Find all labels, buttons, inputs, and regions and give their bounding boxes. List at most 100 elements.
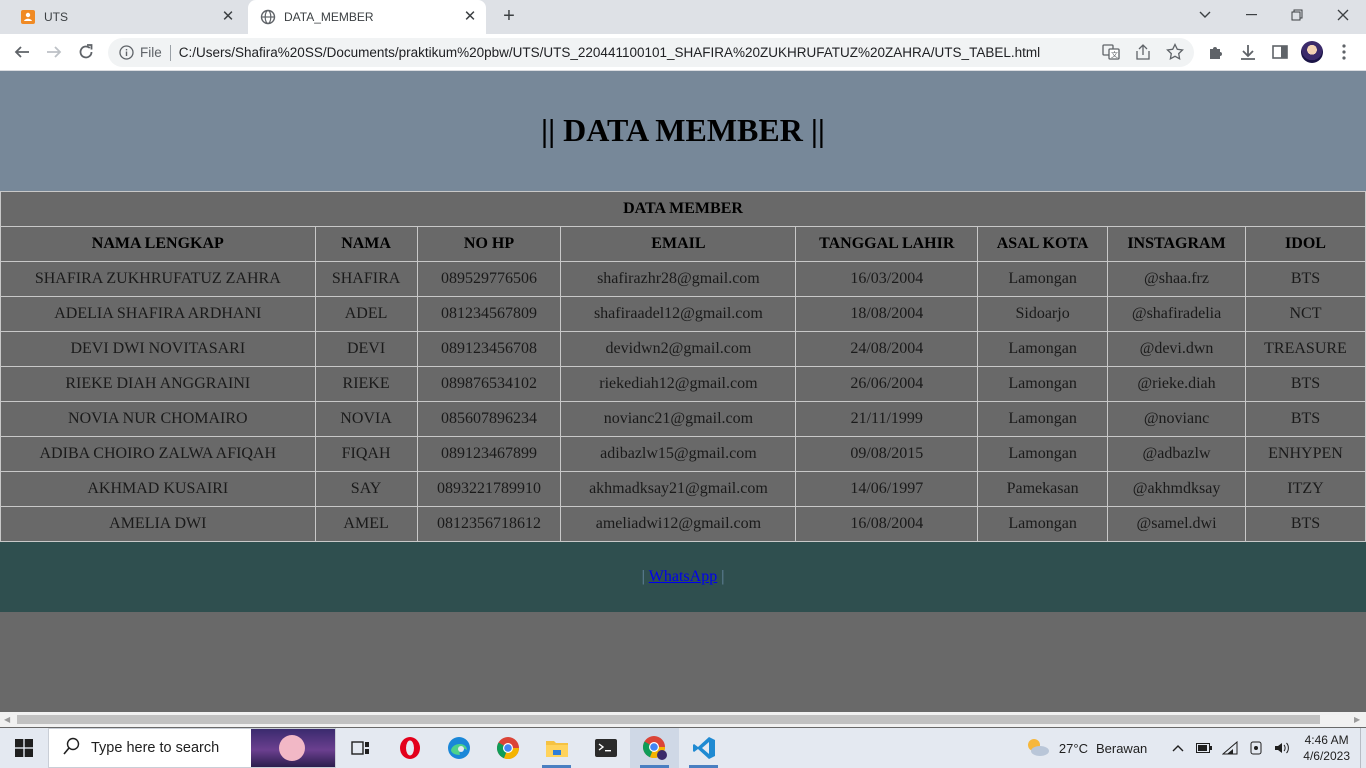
footer-separator: |	[641, 568, 645, 585]
scroll-left-arrow-icon[interactable]: ◀	[4, 715, 12, 724]
horizontal-scrollbar[interactable]: ◀ ▶	[0, 712, 1366, 727]
scroll-right-arrow-icon[interactable]: ▶	[1354, 715, 1362, 724]
table-cell: @shafiradelia	[1107, 296, 1246, 332]
table-cell: SHAFIRA	[314, 261, 418, 297]
table-cell: 24/08/2004	[795, 331, 979, 367]
download-icon[interactable]	[1236, 40, 1260, 64]
table-row: AMELIA DWI AMEL 0812356718612 ameliadwi12@g…	[0, 506, 1366, 542]
device-icon[interactable]	[1245, 737, 1267, 759]
table-cell: NOVIA	[314, 401, 418, 437]
close-tab-icon[interactable]: ✕	[462, 9, 478, 25]
table-cell: @samel.dwi	[1107, 506, 1246, 542]
new-tab-button[interactable]: +	[498, 6, 520, 28]
column-header: IDOL	[1244, 226, 1366, 262]
taskbar: Type here to search 27°C Berawan 4:46 AM…	[0, 728, 1366, 768]
table-cell: novianc21@gmail.com	[560, 401, 797, 437]
table-cell: 14/06/1997	[795, 471, 979, 507]
address-bar[interactable]: File C:/Users/Shafira%20SS/Documents/pra…	[108, 38, 1194, 67]
divider	[169, 44, 171, 61]
weather-widget[interactable]: 27°C Berawan	[1025, 736, 1147, 761]
search-highlight-image	[251, 729, 335, 767]
minimize-button[interactable]	[1228, 0, 1274, 30]
close-window-button[interactable]	[1320, 0, 1366, 30]
reload-icon[interactable]	[74, 40, 98, 64]
chevron-up-icon[interactable]	[1167, 737, 1189, 759]
weather-description: Berawan	[1095, 740, 1148, 756]
vscode-icon[interactable]	[679, 728, 728, 768]
table-cell: Lamongan	[977, 506, 1109, 542]
table-cell: 089876534102	[416, 366, 562, 402]
task-view-icon[interactable]	[336, 728, 385, 768]
windows-start-icon[interactable]	[0, 728, 48, 768]
globe-icon	[260, 9, 276, 25]
table-header-row: NAMA LENGKAP NAMA NO HP EMAIL TANGGAL LAHIR A…	[0, 226, 1366, 262]
table-row: SHAFIRA ZUKHRUFATUZ ZAHRA SHAFIRA 08952977…	[0, 261, 1366, 297]
tab-strip: UTS ✕ DATA_MEMBER ✕ +	[0, 0, 1366, 34]
table-cell: AMEL	[314, 506, 418, 542]
info-icon[interactable]	[118, 45, 134, 61]
column-header: INSTAGRAM	[1107, 226, 1246, 262]
moon-shape	[279, 735, 305, 761]
table-cell: Pamekasan	[977, 471, 1109, 507]
table-cell: 0893221789910	[416, 471, 562, 507]
restore-button[interactable]	[1274, 0, 1320, 30]
table-cell: 09/08/2015	[795, 436, 979, 472]
taskbar-search[interactable]: Type here to search	[48, 728, 336, 768]
column-header: EMAIL	[560, 226, 797, 262]
scheme-label: File	[140, 45, 162, 60]
terminal-icon[interactable]	[581, 728, 630, 768]
url-text[interactable]: C:/Users/Shafira%20SS/Documents/praktiku…	[179, 45, 1040, 60]
table-row: NOVIA NUR CHOMAIRO NOVIA 085607896234 novia…	[0, 401, 1366, 437]
page-title: || DATA MEMBER ||	[541, 111, 825, 148]
table-cell: ameliadwi12@gmail.com	[560, 506, 797, 542]
tab-title: DATA_MEMBER	[284, 10, 374, 24]
back-arrow-icon[interactable]	[10, 40, 34, 64]
column-header: TANGGAL LAHIR	[795, 226, 979, 262]
table-cell: Lamongan	[977, 331, 1109, 367]
table-row: ADELIA SHAFIRA ARDHANI ADEL 081234567809 sh…	[0, 296, 1366, 332]
battery-icon[interactable]	[1193, 737, 1215, 759]
table-cell: akhmadksay21@gmail.com	[560, 471, 797, 507]
table-cell: BTS	[1244, 366, 1366, 402]
file-explorer-icon[interactable]	[532, 728, 581, 768]
extensions-puzzle-icon[interactable]	[1204, 40, 1228, 64]
bookmark-star-icon[interactable]	[1166, 42, 1184, 64]
table-cell: BTS	[1244, 506, 1366, 542]
profile-avatar[interactable]	[1300, 40, 1324, 64]
table-cell: Lamongan	[977, 436, 1109, 472]
table-cell: riekediah12@gmail.com	[560, 366, 797, 402]
translate-icon[interactable]: 文	[1102, 43, 1120, 64]
scrollbar-thumb[interactable]	[17, 715, 1320, 724]
show-desktop-button[interactable]	[1360, 728, 1366, 768]
browser-toolbar: File C:/Users/Shafira%20SS/Documents/pra…	[0, 34, 1366, 71]
tab-search-chevron-icon[interactable]	[1182, 0, 1228, 30]
column-header: NAMA	[314, 226, 418, 262]
table-cell: ITZY	[1244, 471, 1366, 507]
forward-arrow-icon[interactable]	[42, 40, 66, 64]
whatsapp-link[interactable]: WhatsApp	[649, 568, 717, 586]
table-cell: @adbazlw	[1107, 436, 1246, 472]
opera-icon[interactable]	[385, 728, 434, 768]
close-tab-icon[interactable]: ✕	[220, 9, 236, 25]
tab-uts[interactable]: UTS ✕	[8, 0, 244, 34]
table-cell: RIEKE DIAH ANGGRAINI	[0, 366, 316, 402]
chrome-icon[interactable]	[483, 728, 532, 768]
table-cell: AKHMAD KUSAIRI	[0, 471, 316, 507]
share-icon[interactable]	[1134, 43, 1152, 64]
system-tray: 27°C Berawan 4:46 AM 4/6/2023	[1025, 728, 1366, 768]
table-cell: SHAFIRA ZUKHRUFATUZ ZAHRA	[0, 261, 316, 297]
omnibox-actions: 文	[1102, 42, 1184, 64]
window-controls	[1182, 0, 1366, 34]
table-body: SHAFIRA ZUKHRUFATUZ ZAHRA SHAFIRA 08952977…	[0, 261, 1366, 542]
side-panel-icon[interactable]	[1268, 40, 1292, 64]
table-cell: BTS	[1244, 261, 1366, 297]
chrome-profile-icon[interactable]	[630, 728, 679, 768]
edge-icon[interactable]	[434, 728, 483, 768]
tab-data-member[interactable]: DATA_MEMBER ✕	[248, 0, 486, 34]
tab-title: UTS	[44, 10, 68, 24]
speaker-icon[interactable]	[1271, 737, 1293, 759]
system-clock[interactable]: 4:46 AM 4/6/2023	[1303, 732, 1350, 764]
avatar-image	[1301, 41, 1323, 63]
menu-kebab-icon[interactable]	[1332, 40, 1356, 64]
wifi-icon[interactable]	[1219, 737, 1241, 759]
